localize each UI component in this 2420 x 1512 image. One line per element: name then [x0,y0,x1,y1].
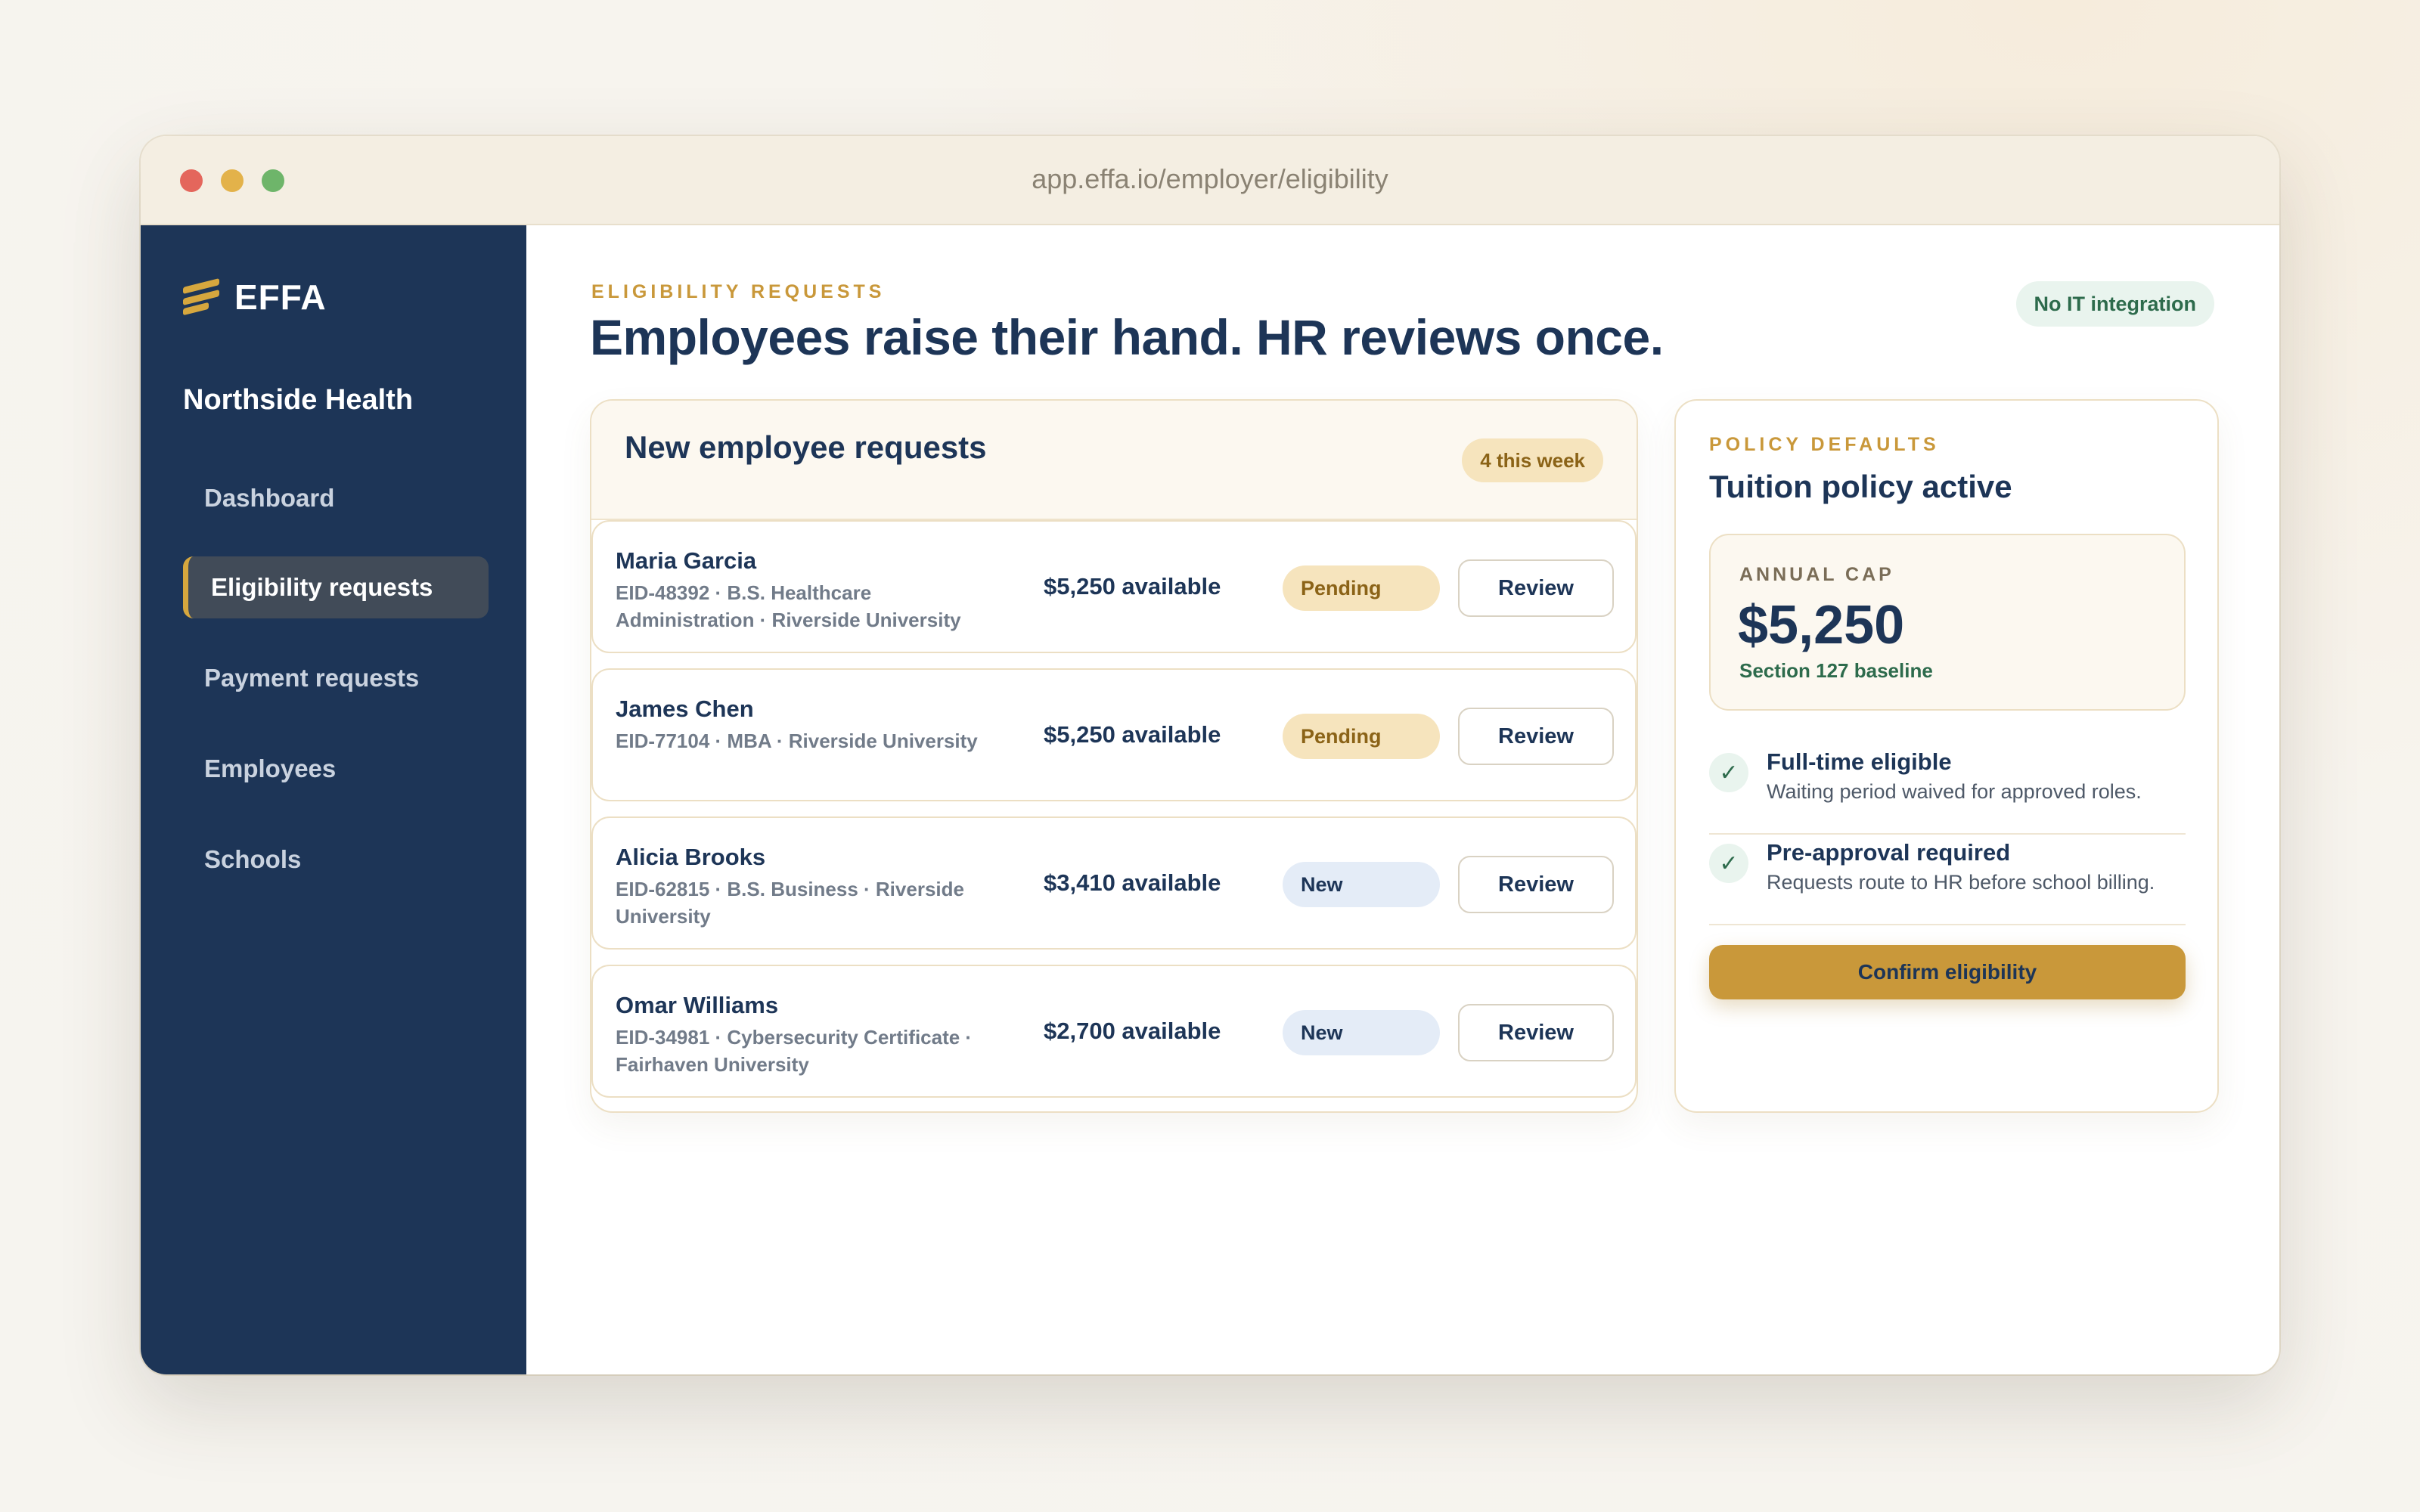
brand-name: EFFA [234,277,327,317]
available-amount: $2,700 available [1044,1018,1221,1044]
annual-cap-label: ANNUAL CAP [1739,564,1894,585]
review-button[interactable]: Review [1458,856,1614,913]
status-badge: Pending [1283,714,1440,759]
sidebar-item-dashboard[interactable]: Dashboard [183,467,489,529]
review-button[interactable]: Review [1458,1004,1614,1061]
policy-check-item: ✓ Pre-approval required Requests route t… [1709,836,2186,925]
review-button[interactable]: Review [1458,708,1614,765]
sidebar-item-employees[interactable]: Employees [183,738,489,800]
browser-window: app.effa.io/employer/eligibility EFFA No… [141,136,2279,1374]
main-content: ELIGIBILITY REQUESTS Employees raise the… [526,225,2279,1374]
status-badge: Pending [1283,565,1440,611]
employee-requests-card: New employee requests 4 this week Maria … [590,399,1638,1113]
employee-details: EID-62815 · B.S. Business · Riverside Un… [616,878,964,928]
confirm-eligibility-button[interactable]: Confirm eligibility [1709,945,2186,999]
employee-name: Maria Garcia [616,547,757,574]
table-row: Omar Williams EID-34981 · Cybersecurity … [591,965,1637,1098]
employee-name: James Chen [616,696,754,722]
policy-check-description: Waiting period waived for approved roles… [1767,780,2142,803]
available-amount: $5,250 available [1044,721,1221,748]
annual-cap-value: $5,250 [1738,595,1905,655]
policy-title: Tuition policy active [1709,469,2012,504]
review-button[interactable]: Review [1458,559,1614,617]
table-row: Alicia Brooks EID-62815 · B.S. Business … [591,816,1637,950]
integration-badge: No IT integration [2015,281,2214,327]
status-badge: New [1283,1010,1440,1055]
page-eyebrow: ELIGIBILITY REQUESTS [591,281,886,302]
weekly-count-badge: 4 this week [1462,438,1603,482]
employee-details: EID-48392 · B.S. Healthcare Administrati… [616,581,961,631]
policy-check-title: Pre-approval required [1767,839,2011,866]
employee-name: Alicia Brooks [616,844,766,870]
browser-titlebar: app.effa.io/employer/eligibility [141,136,2279,225]
policy-eyebrow: POLICY DEFAULTS [1709,434,1940,455]
checkmark-icon: ✓ [1709,753,1748,792]
requests-card-title: New employee requests [625,429,987,465]
employee-details: EID-77104 · MBA · Riverside University [616,730,978,752]
sidebar-item-eligibility-requests[interactable]: Eligibility requests [183,556,489,618]
employee-details: EID-34981 · Cybersecurity Certificate · … [616,1026,973,1076]
status-badge: New [1283,862,1440,907]
policy-check-description: Requests route to HR before school billi… [1767,871,2155,894]
available-amount: $5,250 available [1044,573,1221,600]
policy-check-item: ✓ Full-time eligible Waiting period waiv… [1709,745,2186,835]
available-amount: $3,410 available [1044,869,1221,896]
table-row: Maria Garcia EID-48392 · B.S. Healthcare… [591,520,1637,653]
annual-cap-subtitle: Section 127 baseline [1739,659,1933,682]
address-bar[interactable]: app.effa.io/employer/eligibility [141,163,2279,195]
checkmark-icon: ✓ [1709,844,1748,883]
page-title: Employees raise their hand. HR reviews o… [590,309,1664,365]
sidebar-item-schools[interactable]: Schools [183,829,489,891]
table-row: James Chen EID-77104 · MBA · Riverside U… [591,668,1637,801]
sidebar-item-payment-requests[interactable]: Payment requests [183,647,489,709]
effa-logo-icon [183,278,222,316]
policy-defaults-card: POLICY DEFAULTS Tuition policy active AN… [1674,399,2219,1113]
brand-logo[interactable]: EFFA [183,277,327,318]
requests-card-header: New employee requests 4 this week [591,401,1637,520]
policy-check-title: Full-time eligible [1767,748,1952,775]
organization-name: Northside Health [183,384,414,416]
employee-name: Omar Williams [616,992,779,1018]
sidebar: EFFA Northside Health Dashboard Eligibil… [141,225,526,1374]
annual-cap-box: ANNUAL CAP $5,250 Section 127 baseline [1709,534,2186,711]
